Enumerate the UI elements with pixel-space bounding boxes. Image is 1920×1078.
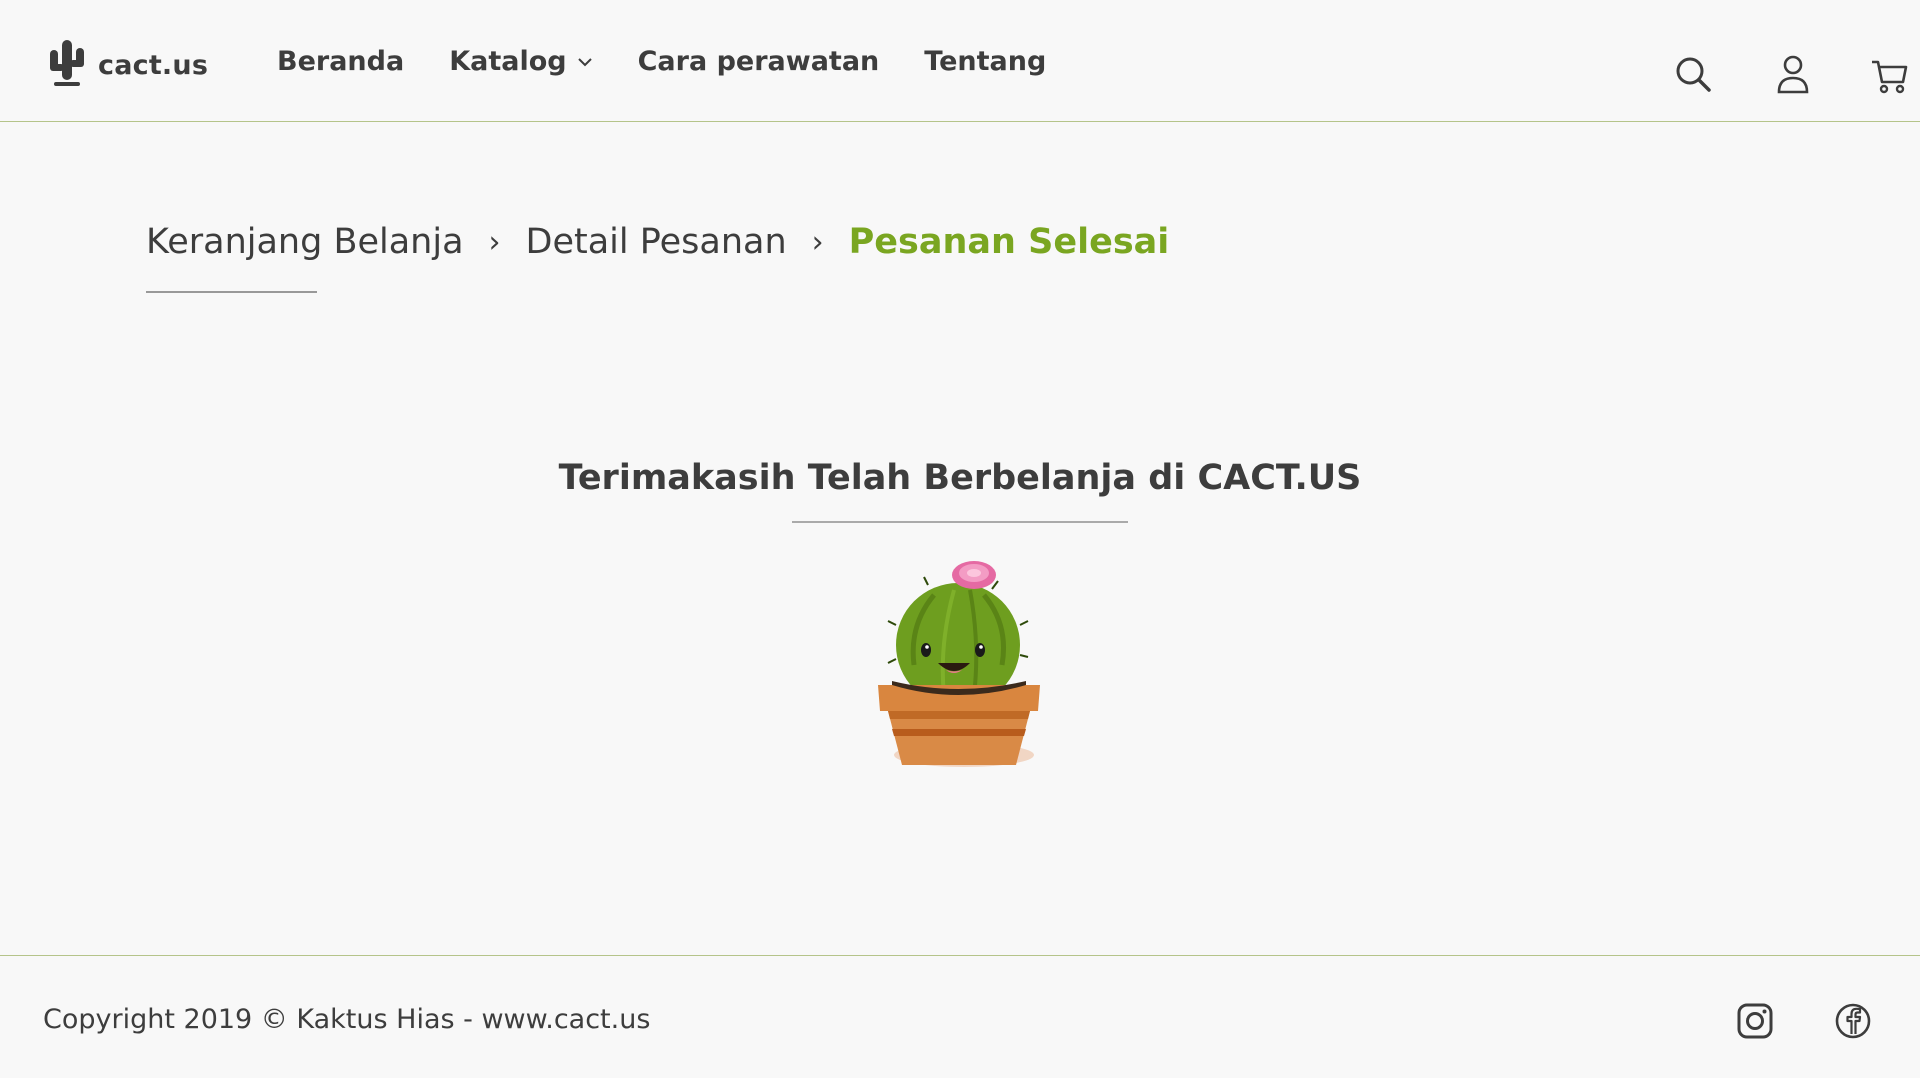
instagram-icon[interactable] [1736,1002,1774,1040]
breadcrumb-detail-pesanan[interactable]: Detail Pesanan [526,222,787,262]
cart-icon[interactable] [1870,52,1910,96]
nav-katalog[interactable]: Katalog [449,46,592,77]
thanks-heading: Terimakasih Telah Berbelanja di CACT.US [558,458,1362,498]
cactus-pot-illustration [874,555,1044,775]
checkout-breadcrumb: Keranjang Belanja › Detail Pesanan › Pes… [146,222,1169,262]
nav-cara-perawatan[interactable]: Cara perawatan [638,46,880,77]
facebook-icon[interactable] [1834,1002,1872,1040]
brand-logo[interactable]: cact.us [46,38,208,92]
main-nav: Beranda Katalog Cara perawatan Tentang [277,46,1091,77]
brand-name: cact.us [98,49,209,81]
site-header: cact.us Beranda Katalog Cara perawatan T… [0,0,1920,122]
breadcrumb-separator: › [488,224,501,260]
chevron-down-icon [577,57,592,66]
header-actions [1620,52,1920,100]
nav-cara-perawatan-label: Cara perawatan [637,46,880,77]
thanks-divider [792,521,1128,523]
cactus-logo-icon [46,38,88,92]
user-icon[interactable] [1773,52,1813,96]
nav-tentang[interactable]: Tentang [924,46,1046,77]
breadcrumb-separator: › [811,224,824,260]
breadcrumb-keranjang[interactable]: Keranjang Belanja [146,222,464,262]
nav-beranda-label: Beranda [277,46,405,77]
breadcrumb-underline [146,291,317,293]
nav-katalog-label: Katalog [449,46,567,77]
copyright-text: Copyright 2019 © Kaktus Hias - www.cact.… [43,1004,651,1035]
nav-beranda[interactable]: Beranda [277,46,404,77]
site-footer: Copyright 2019 © Kaktus Hias - www.cact.… [0,955,1920,1078]
nav-tentang-label: Tentang [924,46,1047,77]
breadcrumb-pesanan-selesai: Pesanan Selesai [848,222,1170,262]
search-icon[interactable] [1673,52,1713,96]
